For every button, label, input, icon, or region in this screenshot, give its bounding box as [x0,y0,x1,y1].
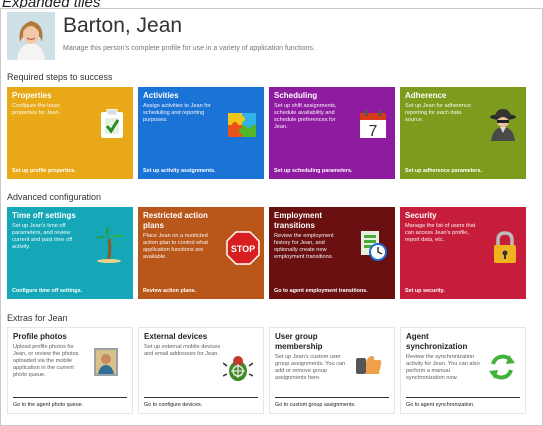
tile-security[interactable]: Security Manage the list of users that c… [400,207,526,299]
tile-title: Agent synchronization [406,332,468,351]
tile-footer-link[interactable]: Review action plans. [143,288,196,294]
section-required-title: Required steps to success [7,72,113,82]
tile-description: Set up Jean's time off parameters, and r… [12,223,73,250]
tile-footer-link[interactable]: Configure time off settings. [12,288,82,294]
profile-page: Barton, Jean Manage this person's comple… [0,8,543,426]
calendar-icon: 7 [359,109,387,144]
tile-footer-link[interactable]: Go to agent employment transitions. [274,288,368,294]
transition-icon [357,229,387,266]
tile-restricted-action-plans[interactable]: Restricted action plans Place Jean on a … [138,207,264,299]
tile-footer-link[interactable]: Go to custom group assignments. [275,402,356,408]
tile-description: Review the employment history for Jean, … [274,233,334,260]
tile-description: Manage the list of users that can access… [405,223,476,243]
tile-footer-link[interactable]: Go to agent synchronization. [406,402,475,408]
divider [13,397,127,398]
tile-agent-synchronization[interactable]: Agent synchronization Review the synchro… [400,327,526,414]
tile-employment-transitions[interactable]: Employment transitions Review the employ… [269,207,395,299]
tile-description: Place Jean on a restricted action plan t… [143,233,208,260]
tile-properties[interactable]: Properties Configure the basic propertie… [7,87,133,179]
group-icon [356,354,382,381]
tile-external-devices[interactable]: External devices Set up external mobile … [138,327,264,414]
avatar [7,12,55,60]
tile-footer-link[interactable]: Set up profile properties. [12,168,76,174]
tile-activities[interactable]: Activities Assign activities to Jean for… [138,87,264,179]
tile-footer-link[interactable]: Go to configure devices. [144,402,202,408]
tile-description: Assign activities to Jean for scheduling… [143,103,211,123]
tile-description: Set up Jean's custom user group assignme… [275,354,346,381]
clipboard-check-icon [99,108,125,144]
sync-icon [487,352,517,387]
divider [144,397,258,398]
tile-profile-photos[interactable]: Profile photos Upload profile photos for… [7,327,133,414]
tile-title: Adherence [405,91,447,100]
tile-description: Upload profile photos for Jean, or revie… [13,344,79,378]
tile-footer-link[interactable]: Set up security. [405,288,445,294]
tile-description: Set up external mobile devices and email… [144,344,221,357]
section-advanced-title: Advanced configuration [7,192,102,202]
spy-icon [488,107,518,146]
tile-title: User group membership [275,332,323,351]
padlock-icon [492,231,518,270]
divider [406,397,520,398]
tile-scheduling[interactable]: Scheduling Set up shift assignments, sch… [269,87,395,179]
tile-footer-link[interactable]: Go to the agent photo queue. [13,402,83,408]
tile-footer-link[interactable]: Set up scheduling parameters. [274,168,353,174]
photo-icon [94,348,118,381]
tile-description: Configure the basic properties for Jean. [12,103,61,116]
puzzle-icon [226,109,260,144]
tile-title: Profile photos [13,332,67,341]
tile-description: Review the synchronization activity for … [406,354,480,381]
tile-adherence[interactable]: Adherence Set up Jean for adherence repo… [400,87,526,179]
stop-text: STOP [231,244,255,254]
tile-title: Restricted action plans [143,211,208,230]
calendar-day: 7 [369,123,378,139]
stop-sign-icon: STOP [226,231,260,270]
profile-header: Barton, Jean Manage this person's comple… [7,12,533,60]
palm-tree-icon [95,227,125,268]
tile-title: Employment transitions [274,211,323,230]
tile-title: Properties [12,91,52,100]
tile-time-off[interactable]: Time off settings Set up Jean's time off… [7,207,133,299]
section-extras-title: Extras for Jean [7,313,68,323]
tile-footer-link[interactable]: Set up adherence parameters. [405,168,482,174]
tile-title: Time off settings [12,211,76,220]
divider [275,397,389,398]
profile-name: Barton, Jean [63,14,183,37]
tile-user-group-membership[interactable]: User group membership Set up Jean's cust… [269,327,395,414]
tile-title: External devices [144,332,208,341]
tile-title: Scheduling [274,91,318,100]
tile-footer-link[interactable]: Set up activity assignments. [143,168,216,174]
tile-description: Set up Jean for adherence reporting for … [405,103,471,123]
tile-title: Security [405,211,437,220]
tile-title: Activities [143,91,179,100]
bug-icon [222,354,254,389]
tile-description: Set up shift assignments, schedule avail… [274,103,337,130]
profile-subtitle: Manage this person's complete profile fo… [63,45,315,52]
